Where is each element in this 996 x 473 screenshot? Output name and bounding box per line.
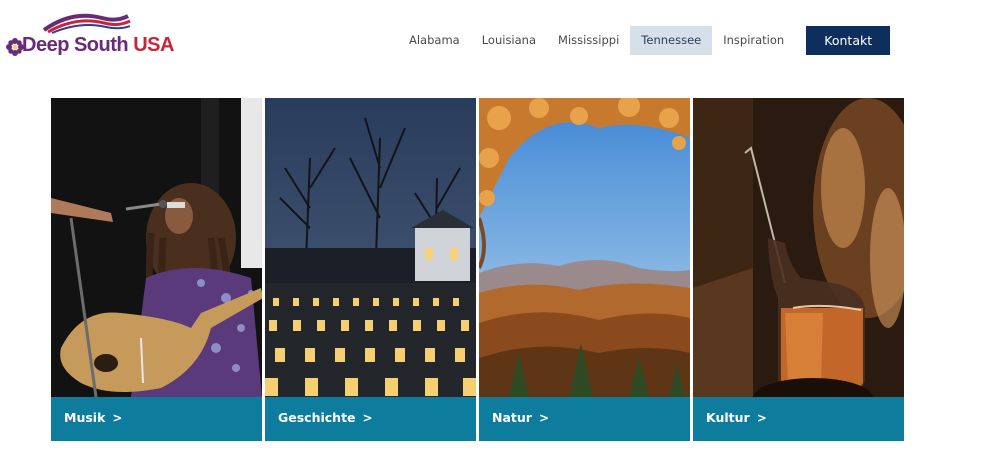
autumn-mountains-image xyxy=(479,98,690,397)
category-tiles: Musik > Geschichte > Natur > Kultur > xyxy=(51,98,905,441)
tile-natur[interactable]: Natur > xyxy=(479,98,690,441)
chevron-right-icon: > xyxy=(756,411,767,425)
flag-swoosh-icon xyxy=(42,13,131,34)
chevron-right-icon: > xyxy=(112,411,123,425)
tile-geschichte-label: Geschichte xyxy=(278,410,356,425)
tile-kultur-label: Kultur xyxy=(706,410,750,425)
brand-name-part2: USA xyxy=(133,34,174,56)
nav-item-alabama[interactable]: Alabama xyxy=(398,26,471,55)
musician-with-guitar-image xyxy=(51,98,262,397)
tile-label: Kultur > xyxy=(706,397,767,441)
main-nav: Alabama Louisiana Mississippi Tennessee … xyxy=(398,25,891,55)
chevron-right-icon: > xyxy=(362,411,373,425)
tile-label: Geschichte > xyxy=(278,397,373,441)
tile-kultur-bar[interactable]: Kultur > xyxy=(693,397,904,441)
tile-label: Musik > xyxy=(64,397,122,441)
tile-natur-label: Natur xyxy=(492,410,532,425)
tile-label: Natur > xyxy=(492,397,549,441)
brand-name: Deep South USA xyxy=(22,34,174,57)
nav-item-inspiration[interactable]: Inspiration xyxy=(712,26,795,55)
nav-item-mississippi[interactable]: Mississippi xyxy=(547,26,630,55)
tile-geschichte[interactable]: Geschichte > xyxy=(265,98,476,441)
brand-name-part1: Deep South xyxy=(22,34,129,56)
tile-musik[interactable]: Musik > xyxy=(51,98,262,441)
tile-natur-bar[interactable]: Natur > xyxy=(479,397,690,441)
brand-logo[interactable]: Deep South USA xyxy=(6,8,182,58)
nav-item-louisiana[interactable]: Louisiana xyxy=(471,26,547,55)
chevron-right-icon: > xyxy=(538,411,549,425)
tile-kultur[interactable]: Kultur > xyxy=(693,98,904,441)
whiskey-pour-image xyxy=(693,98,904,397)
tile-musik-label: Musik xyxy=(64,410,106,425)
tile-geschichte-bar[interactable]: Geschichte > xyxy=(265,397,476,441)
tile-musik-bar[interactable]: Musik > xyxy=(51,397,262,441)
contact-button[interactable]: Kontakt xyxy=(806,25,891,55)
candle-luminaries-image xyxy=(265,98,476,397)
nav-item-tennessee[interactable]: Tennessee xyxy=(630,25,713,55)
